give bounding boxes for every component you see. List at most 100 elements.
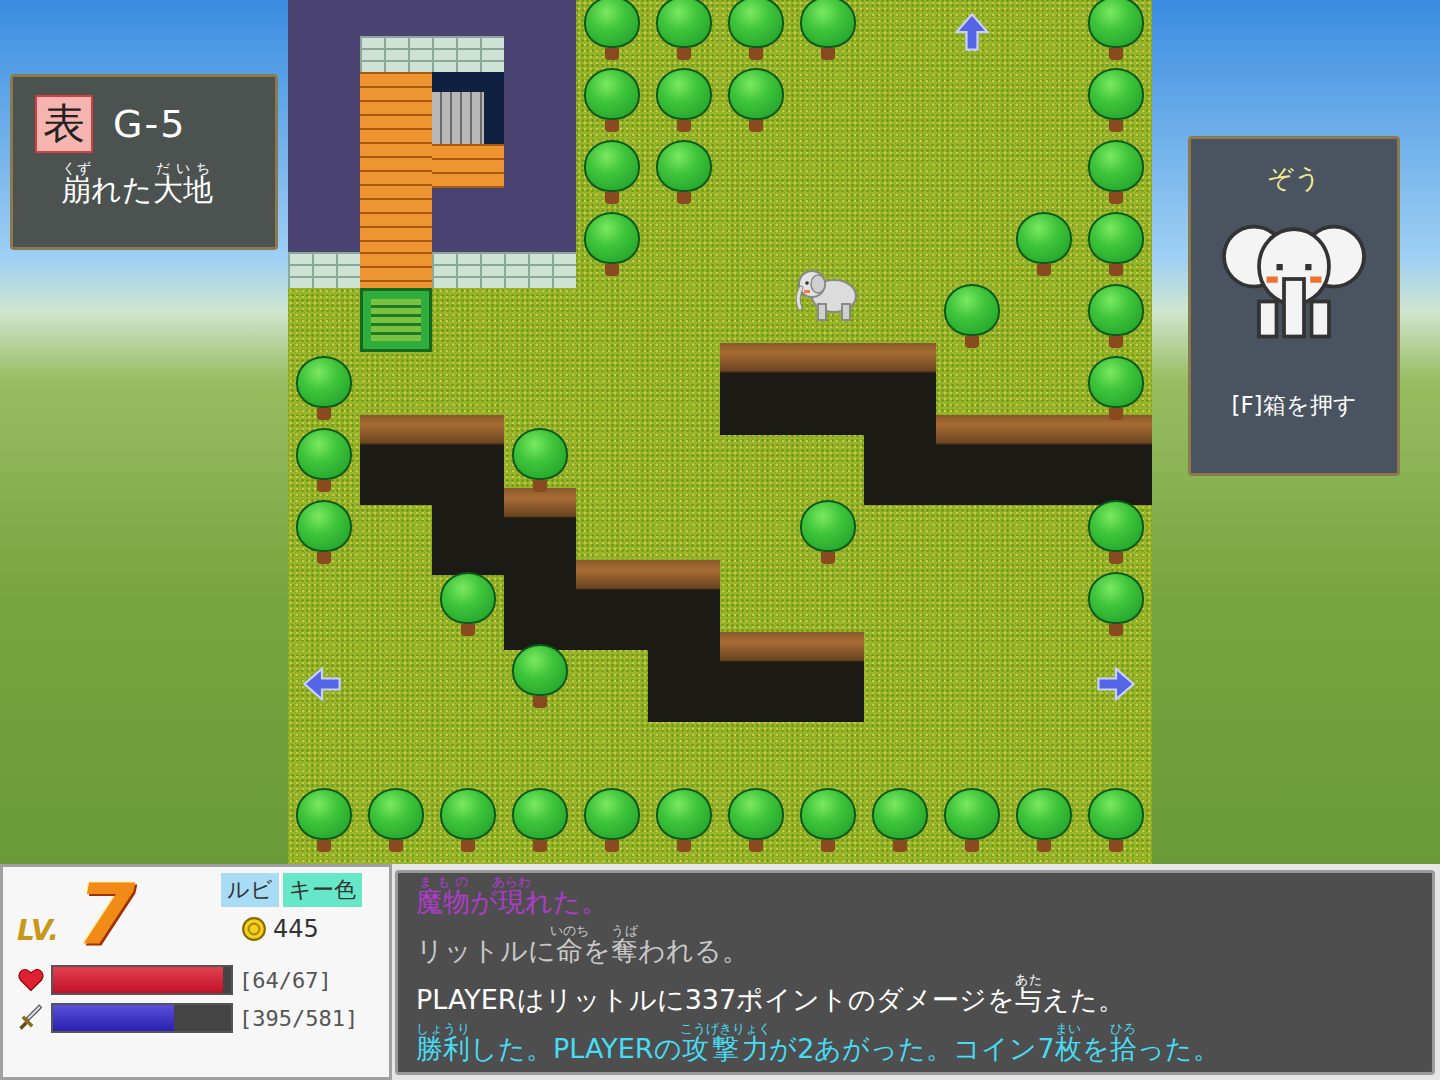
attack-reading: [395/581] <box>239 1006 358 1031</box>
sword-icon <box>17 1004 45 1032</box>
pit <box>864 435 936 505</box>
tree <box>1016 788 1072 852</box>
tree <box>800 500 856 564</box>
tree <box>1088 68 1144 132</box>
message-line: PLAYERはリットルに337ポイントのダメージを与あたえた。 <box>416 973 1414 1021</box>
tree <box>296 356 352 420</box>
tree <box>584 68 640 132</box>
pit <box>720 343 936 435</box>
ruby-text: 拾ひろ <box>1110 1033 1137 1064</box>
ruby-text: 現あらわ <box>498 886 525 917</box>
tree <box>728 788 784 852</box>
tree <box>1088 140 1144 204</box>
pit <box>648 650 720 722</box>
world-side-badge: 表 <box>35 95 93 153</box>
message-log: 魔物まものが現あらわれた。リットルに命いのちを奪うばわれる。PLAYERはリット… <box>395 870 1435 1075</box>
push-box[interactable] <box>360 288 432 352</box>
arrow-right-icon[interactable] <box>1094 662 1138 706</box>
target-panel: ぞう [F]箱を押す <box>1188 136 1400 476</box>
level-value: 7 <box>77 873 135 957</box>
plain-text: れた <box>91 172 153 207</box>
building <box>288 0 576 288</box>
tree <box>800 788 856 852</box>
arrow-left-icon[interactable] <box>300 662 344 706</box>
action-hint: [F]箱を押す <box>1231 390 1356 421</box>
tree <box>1088 212 1144 276</box>
tree <box>656 0 712 60</box>
tree <box>512 644 568 708</box>
coin-count: 445 <box>221 915 362 943</box>
tree <box>728 68 784 132</box>
ruby-text: 命いのち <box>556 935 583 966</box>
pit <box>576 560 720 650</box>
field-map <box>288 0 1152 864</box>
ruby-text: 魔物まもの <box>416 886 470 917</box>
pit <box>504 488 576 650</box>
ruby-text: 勝利しょうり <box>416 1033 470 1064</box>
tree <box>656 140 712 204</box>
left-backdrop: 表 G-5 崩くずれた大地だいち <box>0 0 288 864</box>
tree <box>296 788 352 852</box>
tree <box>584 0 640 60</box>
tree <box>512 788 568 852</box>
stairs[interactable] <box>432 72 504 144</box>
pit <box>936 415 1152 505</box>
tree <box>872 788 928 852</box>
tree <box>656 788 712 852</box>
plain-text: を <box>583 935 611 966</box>
tree <box>1088 356 1144 420</box>
map-code: G-5 <box>113 102 186 146</box>
right-backdrop: ぞう [F]箱を押す <box>1152 0 1440 864</box>
coin-icon <box>241 916 267 942</box>
tree <box>1088 0 1144 60</box>
pit <box>432 505 504 575</box>
tree <box>656 68 712 132</box>
wood-floor <box>360 252 432 288</box>
message-line: 魔物まものが現あらわれた。 <box>416 875 1414 923</box>
location-header: 表 G-5 <box>35 95 263 153</box>
tree <box>1088 572 1144 636</box>
heart-icon <box>17 966 45 994</box>
pit <box>360 415 504 505</box>
hp-bar <box>51 965 233 995</box>
player-stats: LV.7 ルビキー色 445 [64/67] [395/581] <box>0 864 392 1080</box>
plain-text: われる。 <box>638 935 749 966</box>
attack-row: [395/581] <box>17 1003 379 1033</box>
tree <box>1088 788 1144 852</box>
setting-badge[interactable]: キー色 <box>283 873 362 907</box>
plain-text: が <box>470 886 498 917</box>
plain-text: えた。 <box>1042 984 1125 1015</box>
tree <box>440 572 496 636</box>
setting-badge[interactable]: ルビ <box>221 873 279 907</box>
pit <box>720 632 864 722</box>
ruby-text: 与あた <box>1015 984 1042 1015</box>
tree <box>1088 500 1144 564</box>
wood-floor <box>432 144 504 188</box>
location-panel: 表 G-5 崩くずれた大地だいち <box>10 74 278 250</box>
message-line: 勝利しょうりした。PLAYERの攻撃力こうげきりょくが2あがった。コイン7枚まい… <box>416 1022 1414 1070</box>
tree <box>512 428 568 492</box>
game-screen: 表 G-5 崩くずれた大地だいち ぞう [F]箱を押す LV.7 ルビキー色 445 [64/6… <box>0 0 1440 1080</box>
tree <box>296 500 352 564</box>
tree <box>296 428 352 492</box>
ruby-text: 大地だいち <box>153 172 213 207</box>
arrow-up-icon[interactable] <box>950 10 994 54</box>
hp-row: [64/67] <box>17 965 379 995</box>
tree <box>728 0 784 60</box>
tree <box>944 788 1000 852</box>
level-display: LV.7 <box>17 873 207 957</box>
location-name: 崩くずれた大地だいち <box>35 161 263 212</box>
stone-wall <box>360 36 504 72</box>
tree <box>800 0 856 60</box>
elephant-icon[interactable] <box>792 264 862 324</box>
tree <box>368 788 424 852</box>
ruby-text: 奪うば <box>611 935 638 966</box>
plain-text: した。PLAYERの <box>470 1033 682 1064</box>
plain-text: を <box>1082 1033 1110 1064</box>
wood-floor <box>360 72 432 252</box>
stone-wall <box>288 252 360 288</box>
target-name: ぞう <box>1267 161 1321 196</box>
tree <box>440 788 496 852</box>
plain-text: が2あがった。コイン7 <box>769 1033 1054 1064</box>
tree <box>584 788 640 852</box>
